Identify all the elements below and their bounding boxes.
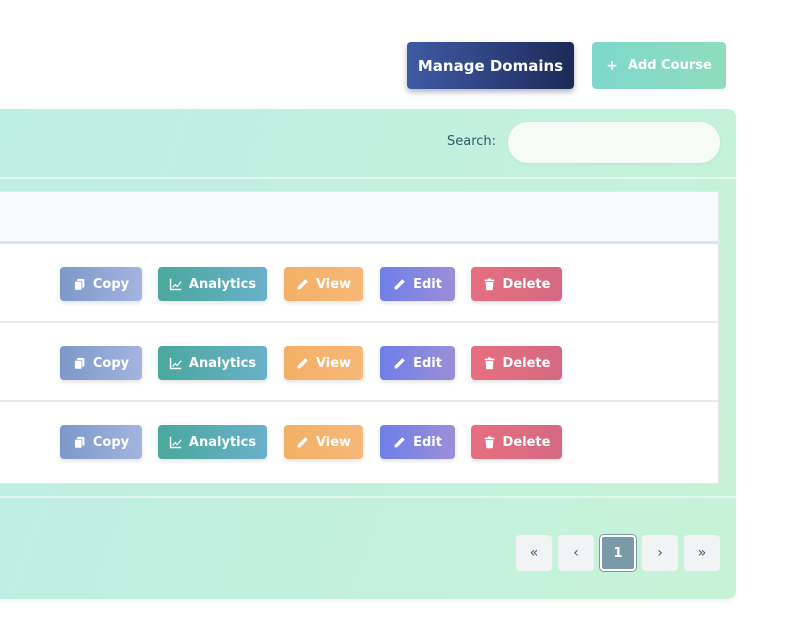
delete-label: Delete <box>502 276 551 292</box>
table-row: Copy Analytics View Edit Delete <box>0 402 718 481</box>
delete-label: Delete <box>502 355 551 371</box>
pencil-icon <box>297 436 308 447</box>
manage-domains-button[interactable]: Manage Domains <box>407 42 574 89</box>
edit-label: Edit <box>413 355 442 371</box>
pencil-icon <box>394 278 405 289</box>
copy-label: Copy <box>92 276 130 292</box>
pagination-first-button[interactable]: « <box>516 535 552 571</box>
view-button[interactable]: View <box>284 267 363 301</box>
trash-icon <box>484 277 494 290</box>
chart-line-icon <box>169 278 182 290</box>
pencil-icon <box>394 357 405 368</box>
copy-button[interactable]: Copy <box>60 346 142 380</box>
pagination-prev-button[interactable]: ‹ <box>558 535 594 571</box>
pagination-page-button[interactable]: 1 <box>600 535 636 571</box>
search-input[interactable] <box>508 122 720 163</box>
top-bar: Manage Domains + Add Course <box>0 0 802 92</box>
search-label: Search: <box>447 134 497 149</box>
copy-label: Copy <box>92 434 130 450</box>
card-divider-bottom <box>0 496 736 498</box>
analytics-button[interactable]: Analytics <box>158 267 267 301</box>
trash-icon <box>484 435 494 448</box>
table-row: Copy Analytics View Edit Delete <box>0 244 718 323</box>
manage-domains-label: Manage Domains <box>417 56 564 75</box>
copy-button[interactable]: Copy <box>60 425 142 459</box>
copy-icon <box>74 357 85 370</box>
analytics-button[interactable]: Analytics <box>158 425 267 459</box>
delete-button[interactable]: Delete <box>471 267 562 301</box>
analytics-label: Analytics <box>188 434 257 450</box>
delete-button[interactable]: Delete <box>471 346 562 380</box>
edit-button[interactable]: Edit <box>380 425 455 459</box>
view-button[interactable]: View <box>284 425 363 459</box>
edit-label: Edit <box>413 276 442 292</box>
pagination-last-button[interactable]: » <box>684 535 720 571</box>
copy-label: Copy <box>92 355 130 371</box>
add-course-label: Add Course <box>627 58 712 73</box>
table-row: Copy Analytics View Edit Delete <box>0 323 718 402</box>
view-label: View <box>315 276 352 292</box>
copy-icon <box>74 436 85 449</box>
delete-button[interactable]: Delete <box>471 425 562 459</box>
view-label: View <box>315 434 352 450</box>
edit-label: Edit <box>413 434 442 450</box>
pagination-next-button[interactable]: › <box>642 535 678 571</box>
view-button[interactable]: View <box>284 346 363 380</box>
copy-icon <box>74 278 85 291</box>
plus-icon: + <box>606 57 618 74</box>
pencil-icon <box>297 357 308 368</box>
analytics-button[interactable]: Analytics <box>158 346 267 380</box>
trash-icon <box>484 356 494 369</box>
card-divider-top <box>0 177 736 179</box>
chart-line-icon <box>169 436 182 448</box>
pencil-icon <box>297 278 308 289</box>
table-header <box>0 192 718 244</box>
edit-button[interactable]: Edit <box>380 346 455 380</box>
view-label: View <box>315 355 352 371</box>
edit-button[interactable]: Edit <box>380 267 455 301</box>
pencil-icon <box>394 436 405 447</box>
courses-table: Copy Analytics View Edit Delete Copy Ana… <box>0 191 719 484</box>
chart-line-icon <box>169 357 182 369</box>
analytics-label: Analytics <box>188 355 257 371</box>
copy-button[interactable]: Copy <box>60 267 142 301</box>
analytics-label: Analytics <box>188 276 257 292</box>
delete-label: Delete <box>502 434 551 450</box>
add-course-button[interactable]: + Add Course <box>592 42 726 89</box>
